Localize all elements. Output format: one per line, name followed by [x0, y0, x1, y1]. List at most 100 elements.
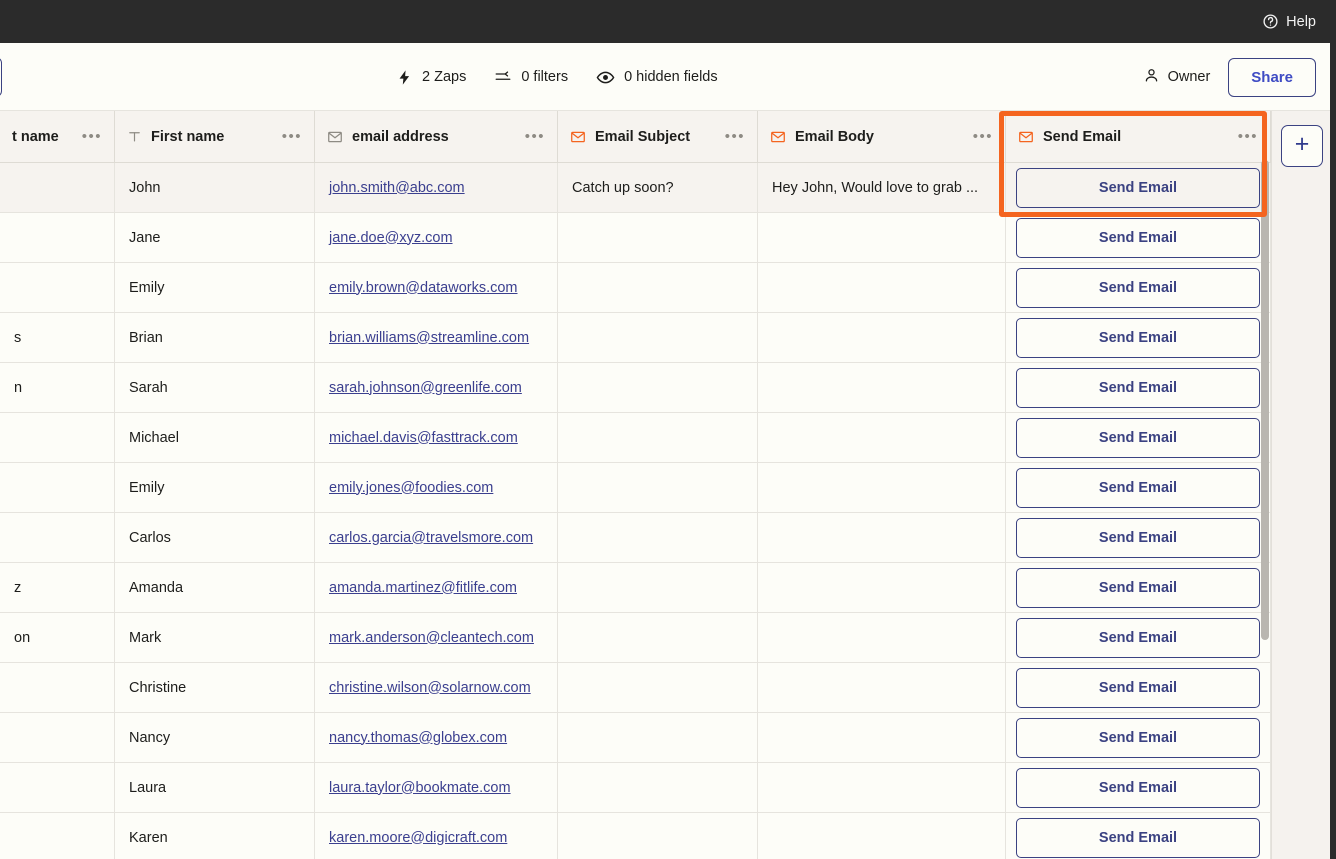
send-email-button[interactable]: Send Email [1016, 817, 1260, 858]
cell-last_name[interactable] [0, 513, 115, 562]
cell-body[interactable] [758, 213, 1006, 262]
cell-body[interactable] [758, 363, 1006, 412]
table-row[interactable]: Jane jane.doe@xyz.com Send Email [0, 213, 1271, 263]
cell-body[interactable] [758, 463, 1006, 512]
email-link[interactable]: michael.davis@fasttrack.com [329, 430, 518, 446]
owner-button[interactable]: Owner [1143, 67, 1210, 88]
send-email-button[interactable]: Send Email [1016, 317, 1260, 358]
cell-last_name[interactable] [0, 163, 115, 212]
cell-last_name[interactable]: n [0, 363, 115, 412]
cell-body[interactable] [758, 613, 1006, 662]
table-row[interactable]: Karen karen.moore@digicraft.com Send Email [0, 813, 1271, 859]
cell-body[interactable]: Hey John, Would love to grab ... [758, 163, 1006, 212]
send-email-button[interactable]: Send Email [1016, 367, 1260, 408]
cell-first_name[interactable]: Sarah [115, 363, 315, 412]
column-menu-icon[interactable]: ••• [963, 129, 993, 144]
table-row[interactable]: n Sarah sarah.johnson@greenlife.com Send Em… [0, 363, 1271, 413]
column-header-body[interactable]: Email Body ••• [758, 111, 1006, 162]
cell-first_name[interactable]: Mark [115, 613, 315, 662]
cell-last_name[interactable] [0, 663, 115, 712]
cell-subject[interactable] [558, 813, 758, 859]
cell-subject[interactable] [558, 713, 758, 762]
column-header-email[interactable]: email address ••• [315, 111, 558, 162]
add-field-button[interactable]: + [1281, 125, 1323, 167]
email-link[interactable]: laura.taylor@bookmate.com [329, 780, 511, 796]
filters-button[interactable]: 0 filters [494, 68, 568, 86]
cell-body[interactable] [758, 813, 1006, 859]
table-row[interactable]: Emily emily.jones@foodies.com Send Email [0, 463, 1271, 513]
cell-email[interactable]: sarah.johnson@greenlife.com [315, 363, 558, 412]
cell-email[interactable]: christine.wilson@solarnow.com [315, 663, 558, 712]
table-row[interactable]: s Brian brian.williams@streamline.com Send … [0, 313, 1271, 363]
cell-subject[interactable] [558, 313, 758, 362]
cell-first_name[interactable]: Brian [115, 313, 315, 362]
cell-subject[interactable] [558, 513, 758, 562]
cell-body[interactable] [758, 763, 1006, 812]
cell-first_name[interactable]: Emily [115, 463, 315, 512]
send-email-button[interactable]: Send Email [1016, 567, 1260, 608]
send-email-button[interactable]: Send Email [1016, 267, 1260, 308]
send-email-button[interactable]: Send Email [1016, 217, 1260, 258]
cell-first_name[interactable]: Laura [115, 763, 315, 812]
cell-first_name[interactable]: Michael [115, 413, 315, 462]
table-row[interactable]: Laura laura.taylor@bookmate.com Send Email [0, 763, 1271, 813]
send-email-button[interactable]: Send Email [1016, 767, 1260, 808]
cell-email[interactable]: carlos.garcia@travelsmore.com [315, 513, 558, 562]
cell-subject[interactable]: Catch up soon? [558, 163, 758, 212]
cell-send[interactable]: Send Email [1006, 213, 1271, 262]
cell-send[interactable]: Send Email [1006, 663, 1271, 712]
hidden-fields-button[interactable]: 0 hidden fields [596, 68, 718, 87]
email-link[interactable]: amanda.martinez@fitlife.com [329, 580, 517, 596]
table-row[interactable]: Nancy nancy.thomas@globex.com Send Email [0, 713, 1271, 763]
table-row[interactable]: Carlos carlos.garcia@travelsmore.com Send … [0, 513, 1271, 563]
cell-subject[interactable] [558, 363, 758, 412]
cell-subject[interactable] [558, 763, 758, 812]
column-menu-icon[interactable]: ••• [72, 129, 102, 144]
table-row[interactable]: z Amanda amanda.martinez@fitlife.com Send E… [0, 563, 1271, 613]
cell-last_name[interactable] [0, 713, 115, 762]
send-email-button[interactable]: Send Email [1016, 467, 1260, 508]
table-row[interactable]: Christine christine.wilson@solarnow.com Se… [0, 663, 1271, 713]
cell-subject[interactable] [558, 563, 758, 612]
cell-first_name[interactable]: Christine [115, 663, 315, 712]
table-row[interactable]: John john.smith@abc.com Catch up soon? Hey … [0, 163, 1271, 213]
cell-subject[interactable] [558, 663, 758, 712]
toolbar-left-cutoff-button[interactable] [0, 57, 2, 97]
cell-email[interactable]: karen.moore@digicraft.com [315, 813, 558, 859]
email-link[interactable]: nancy.thomas@globex.com [329, 730, 507, 746]
column-menu-icon[interactable]: ••• [272, 129, 302, 144]
vertical-scrollbar[interactable] [1261, 160, 1269, 640]
cell-email[interactable]: emily.brown@dataworks.com [315, 263, 558, 312]
cell-body[interactable] [758, 513, 1006, 562]
cell-send[interactable]: Send Email [1006, 413, 1271, 462]
email-link[interactable]: karen.moore@digicraft.com [329, 830, 507, 846]
cell-email[interactable]: mark.anderson@cleantech.com [315, 613, 558, 662]
zaps-button[interactable]: 2 Zaps [396, 69, 466, 86]
column-header-send[interactable]: Send Email ••• [1006, 111, 1271, 162]
cell-body[interactable] [758, 563, 1006, 612]
send-email-button[interactable]: Send Email [1016, 417, 1260, 458]
table-row[interactable]: Michael michael.davis@fasttrack.com Send E… [0, 413, 1271, 463]
cell-last_name[interactable]: z [0, 563, 115, 612]
email-link[interactable]: christine.wilson@solarnow.com [329, 680, 531, 696]
column-menu-icon[interactable]: ••• [1228, 129, 1258, 144]
cell-body[interactable] [758, 663, 1006, 712]
column-menu-icon[interactable]: ••• [515, 129, 545, 144]
cell-last_name[interactable] [0, 813, 115, 859]
cell-email[interactable]: brian.williams@streamline.com [315, 313, 558, 362]
send-email-button[interactable]: Send Email [1016, 717, 1260, 758]
cell-email[interactable]: amanda.martinez@fitlife.com [315, 563, 558, 612]
cell-first_name[interactable]: Karen [115, 813, 315, 859]
cell-send[interactable]: Send Email [1006, 713, 1271, 762]
cell-last_name[interactable] [0, 463, 115, 512]
cell-subject[interactable] [558, 263, 758, 312]
send-email-button[interactable]: Send Email [1016, 167, 1260, 208]
email-link[interactable]: carlos.garcia@travelsmore.com [329, 530, 533, 546]
cell-last_name[interactable] [0, 763, 115, 812]
cell-first_name[interactable]: John [115, 163, 315, 212]
share-button[interactable]: Share [1228, 57, 1316, 97]
cell-first_name[interactable]: Amanda [115, 563, 315, 612]
cell-first_name[interactable]: Jane [115, 213, 315, 262]
cell-last_name[interactable]: s [0, 313, 115, 362]
cell-body[interactable] [758, 263, 1006, 312]
